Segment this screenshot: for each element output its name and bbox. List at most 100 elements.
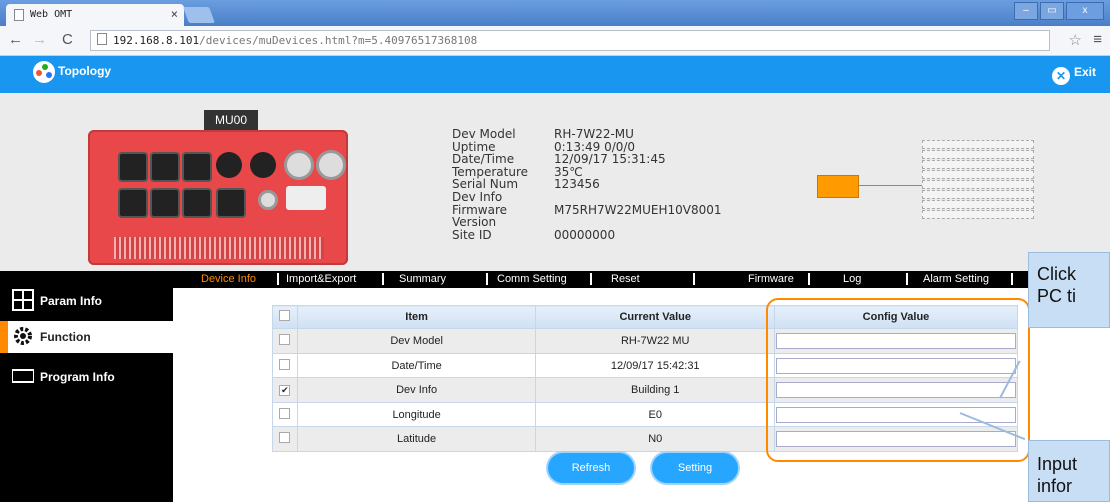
info-value: 12/09/17 15:31:45 <box>554 152 666 167</box>
reload-icon[interactable]: C <box>62 31 73 48</box>
topology-link[interactable]: Topology <box>58 64 111 78</box>
item-cell: Longitude <box>296 401 537 428</box>
tab-separator <box>590 273 592 285</box>
device-info-list: Dev Model RH-7W22-MU Uptime 0:13:49 0/0/0 … <box>452 128 722 241</box>
monitor-icon <box>11 365 35 387</box>
info-row: Site ID 00000000 <box>452 229 722 242</box>
rack-slot[interactable] <box>922 170 1034 179</box>
rack-slot[interactable] <box>922 150 1034 159</box>
select-all-checkbox[interactable] <box>279 310 291 322</box>
rack-slot[interactable] <box>922 140 1034 149</box>
tab-separator <box>1011 273 1013 285</box>
url-field[interactable]: 192.168.8.101/devices/muDevices.html?m=5… <box>90 30 1050 51</box>
port-icon <box>216 188 246 218</box>
tab-import-export[interactable]: Import&Export <box>286 272 356 287</box>
gear-icon <box>12 325 34 347</box>
menu-icon[interactable]: ≡ <box>1093 31 1102 48</box>
topology-link-line <box>858 185 922 186</box>
callout-click-pc-time: Click PC ti <box>1028 252 1110 328</box>
current-value-cell: 12/09/17 15:42:31 <box>535 352 775 379</box>
checkbox-cell <box>272 328 298 354</box>
bookmark-star-icon[interactable]: ☆ <box>1069 31 1082 49</box>
browser-tab-title: Web OMT <box>30 9 73 20</box>
sidebar: Param Info Function Program Info <box>0 271 173 502</box>
minimize-button[interactable]: – <box>1014 2 1038 20</box>
heat-sink <box>114 237 324 259</box>
close-icon: ✕ <box>1051 67 1070 85</box>
row-checkbox[interactable] <box>279 334 291 346</box>
sidebar-item-label: Program Info <box>40 370 115 384</box>
url-host: 192.168.8.101 <box>113 34 200 47</box>
rack-slot[interactable] <box>922 210 1034 219</box>
tab-separator <box>808 273 810 285</box>
column-header-current-value: Current Value <box>535 304 775 330</box>
info-value: 00000000 <box>554 227 616 242</box>
tab-firmware[interactable]: Firmware <box>748 272 794 287</box>
tab-log[interactable]: Log <box>843 272 861 287</box>
info-key: Dev Info <box>452 189 503 204</box>
info-key: Dev Model <box>452 127 516 141</box>
row-checkbox-checked[interactable]: ✔ <box>279 385 291 397</box>
info-value: M75RH7W22MUEH10V8001 <box>554 202 722 217</box>
port-icon <box>182 152 212 182</box>
checkbox-cell <box>272 401 298 428</box>
tab-close-icon[interactable]: × <box>171 7 178 21</box>
rack-slot[interactable] <box>922 190 1034 199</box>
checkbox-cell <box>272 426 298 452</box>
exit-label: Exit <box>1073 65 1096 79</box>
tab-separator <box>382 273 384 285</box>
tab-summary[interactable]: Summary <box>399 272 446 287</box>
tab-alarm-setting[interactable]: Alarm Setting <box>923 272 989 287</box>
refresh-button[interactable]: Refresh <box>548 453 634 483</box>
setting-button[interactable]: Setting <box>652 453 738 483</box>
checkbox-cell <box>272 352 298 379</box>
checkbox-cell: ✔ <box>272 377 298 403</box>
item-cell: Latitude <box>296 426 537 452</box>
device-label: MU00 <box>204 110 258 130</box>
connector-icon <box>250 152 276 178</box>
back-arrow-icon[interactable]: ← <box>8 31 23 48</box>
port-icon <box>118 188 148 218</box>
rack-slot[interactable] <box>922 160 1034 169</box>
device-image <box>88 130 348 265</box>
topology-node-mu[interactable] <box>817 175 859 198</box>
sidebar-item-label: Param Info <box>40 294 103 308</box>
tab-separator <box>693 273 695 285</box>
connector-icon <box>216 152 242 178</box>
config-column-highlight <box>766 298 1030 462</box>
info-key: Firmware Version <box>452 202 507 230</box>
sidebar-item-param-info[interactable]: Param Info <box>0 285 173 317</box>
browser-tab[interactable]: Web OMT × <box>6 4 184 26</box>
page-icon <box>14 9 24 21</box>
current-value-cell: RH-7W22 MU <box>535 328 775 354</box>
rack-slot[interactable] <box>922 180 1034 189</box>
row-checkbox[interactable] <box>279 407 291 419</box>
tab-device-info[interactable]: Device Info <box>201 272 256 287</box>
app-header: Topology ✕ Exit <box>0 56 1110 93</box>
info-value: 123456 <box>554 177 600 192</box>
forward-arrow-icon[interactable]: → <box>32 31 47 48</box>
tab-comm-setting[interactable]: Comm Setting <box>497 272 567 287</box>
topology-icon[interactable] <box>33 61 55 83</box>
tab-reset[interactable]: Reset <box>611 272 640 287</box>
select-all-cell <box>272 304 298 330</box>
rack-slot[interactable] <box>922 200 1034 209</box>
row-checkbox[interactable] <box>279 358 291 370</box>
tab-separator <box>277 273 279 285</box>
info-key: Date/Time <box>452 152 515 167</box>
topology-rack <box>922 140 1034 225</box>
maximize-button[interactable]: ▭ <box>1040 2 1064 20</box>
new-tab-button[interactable] <box>183 7 215 23</box>
row-checkbox[interactable] <box>279 432 291 444</box>
sidebar-item-function[interactable]: Function <box>0 321 173 353</box>
close-window-button[interactable]: x <box>1066 2 1104 20</box>
page-icon <box>97 33 107 45</box>
sidebar-item-program-info[interactable]: Program Info <box>0 361 173 393</box>
function-tabs: Device Info Import&Export Summary Comm S… <box>173 271 1028 288</box>
info-row: Dev Info <box>452 191 722 204</box>
rf-connector-icon <box>284 150 314 180</box>
callout-input-info: Input infor <box>1028 440 1110 502</box>
item-cell: Dev Model <box>296 328 537 354</box>
exit-button[interactable]: ✕ Exit <box>1051 65 1096 85</box>
item-cell: Date/Time <box>296 352 537 379</box>
